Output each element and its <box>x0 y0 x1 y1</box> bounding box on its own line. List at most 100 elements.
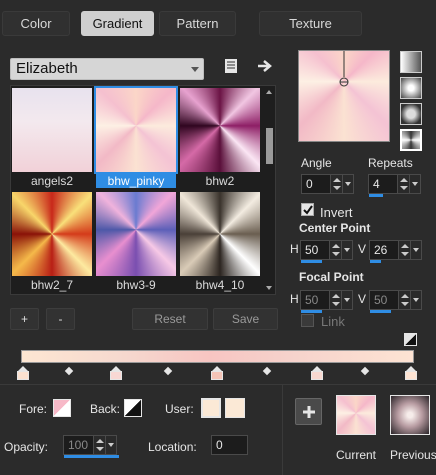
focal-h-spinner[interactable] <box>329 291 341 309</box>
thumb-label: bhw_pinky <box>96 174 176 188</box>
opacity-spinner[interactable] <box>93 436 105 454</box>
center-h-spinner[interactable] <box>329 241 341 259</box>
focal-h-slider[interactable] <box>301 310 322 313</box>
invert-checkbox[interactable] <box>301 203 314 216</box>
color-stop-1[interactable] <box>110 366 122 380</box>
repeats-input[interactable]: 4 <box>368 174 421 197</box>
add-to-library-button[interactable] <box>295 398 322 425</box>
center-v-input[interactable]: 26 <box>369 240 422 263</box>
opacity-input[interactable]: 100 <box>63 435 119 458</box>
focal-point-label: Focal Point <box>299 270 364 284</box>
center-v-label: V <box>358 242 367 256</box>
focal-h-input[interactable]: 50 <box>300 290 353 313</box>
current-gradient-swatch[interactable] <box>336 395 376 435</box>
fore-color-swatch[interactable] <box>53 399 71 417</box>
invert-label: Invert <box>320 205 353 220</box>
focal-h-dropdown[interactable] <box>341 290 353 310</box>
location-value: 0 <box>216 438 223 452</box>
remove-gradient-button[interactable]: - <box>46 308 75 330</box>
focal-h-label: H <box>290 292 299 306</box>
center-point-crosshair-icon[interactable] <box>299 51 391 143</box>
color-stop-0[interactable] <box>17 366 29 380</box>
back-color-swatch[interactable] <box>124 399 142 417</box>
chevron-down-icon <box>191 67 199 72</box>
angle-spinner[interactable] <box>330 175 342 193</box>
scrollbar-thumb[interactable] <box>266 128 273 164</box>
gradient-thumb-bhw3-9[interactable] <box>96 192 176 276</box>
thumb-label: bhw2 <box>205 174 235 188</box>
previous-label: Previous <box>390 448 436 462</box>
gradient-style-radial-button[interactable] <box>400 129 422 151</box>
user-color-swatch-alt[interactable] <box>225 398 245 418</box>
divider <box>0 384 436 385</box>
tab-pattern[interactable]: Pattern <box>159 11 236 36</box>
focal-v-dropdown[interactable] <box>410 290 422 310</box>
color-stop-4[interactable] <box>405 366 417 380</box>
scrollbar-up-arrow[interactable] <box>266 90 272 94</box>
link-checkbox[interactable] <box>301 314 314 327</box>
add-gradient-button[interactable]: + <box>10 308 39 330</box>
center-point-label: Center Point <box>299 221 371 235</box>
tab-gradient[interactable]: Gradient <box>81 11 154 36</box>
save-button[interactable]: Save <box>213 308 278 330</box>
gradient-set-dropdown[interactable]: Elizabeth <box>10 58 204 80</box>
gradient-thumb-angels2[interactable] <box>12 88 92 172</box>
angle-dropdown[interactable] <box>342 174 354 194</box>
swap-gradient-icon[interactable] <box>404 333 417 346</box>
focal-v-label: V <box>358 292 367 306</box>
divider-vertical <box>282 384 283 475</box>
center-h-slider[interactable] <box>301 260 322 263</box>
user-color-swatch[interactable] <box>201 398 221 418</box>
gradient-thumb-bhw4-10[interactable] <box>180 192 260 276</box>
tab-texture[interactable]: Texture <box>259 11 362 36</box>
color-stop-2[interactable] <box>211 366 223 380</box>
angle-value: 0 <box>306 177 313 191</box>
opacity-slider[interactable] <box>64 455 119 458</box>
center-h-input[interactable]: 50 <box>300 240 353 263</box>
location-input[interactable]: 0 <box>211 435 248 455</box>
repeats-spinner[interactable] <box>397 175 409 193</box>
focal-v-slider[interactable] <box>370 310 391 313</box>
location-label: Location: <box>148 440 197 454</box>
center-h-value: 50 <box>305 243 319 257</box>
gradient-thumb-bhw2-7[interactable] <box>12 192 92 276</box>
gradient-style-rectangular-button[interactable] <box>400 77 422 99</box>
repeats-dropdown[interactable] <box>409 174 421 194</box>
focal-v-input[interactable]: 50 <box>369 290 422 313</box>
opacity-label: Opacity: <box>4 440 49 454</box>
midpoint-marker[interactable] <box>163 366 173 376</box>
center-v-slider[interactable] <box>370 260 381 263</box>
repeats-slider[interactable] <box>369 194 383 197</box>
scrollbar-down-arrow[interactable] <box>266 286 272 290</box>
opacity-value: 100 <box>68 438 89 452</box>
focal-v-spinner[interactable] <box>398 291 410 309</box>
gradient-set-value: Elizabeth <box>16 60 78 77</box>
reset-button[interactable]: Reset <box>132 308 208 330</box>
thumb-label: bhw3-9 <box>116 278 156 292</box>
gradient-style-linear-button[interactable] <box>400 51 422 73</box>
angle-label: Angle <box>301 156 332 170</box>
midpoint-marker[interactable] <box>360 366 370 376</box>
opacity-dropdown[interactable] <box>105 435 117 455</box>
gradient-editor-bar[interactable] <box>21 350 414 363</box>
color-stop-3[interactable] <box>311 366 323 380</box>
plus-icon <box>302 405 315 418</box>
center-v-value: 26 <box>374 243 388 257</box>
thumbnail-scrollbar[interactable] <box>265 88 274 292</box>
center-v-spinner[interactable] <box>398 241 410 259</box>
gradient-thumb-bhw2[interactable] <box>180 88 260 172</box>
gradient-library-icon[interactable] <box>223 58 239 74</box>
gradient-style-sunburst-button[interactable] <box>400 103 422 125</box>
tab-color[interactable]: Color <box>2 11 70 36</box>
midpoint-marker[interactable] <box>64 366 74 376</box>
arrow-right-icon[interactable] <box>257 58 273 74</box>
center-h-dropdown[interactable] <box>341 240 353 260</box>
gradient-preview[interactable] <box>298 50 390 142</box>
previous-gradient-swatch[interactable] <box>390 395 430 435</box>
gradient-thumb-bhw-pinky[interactable] <box>94 86 178 174</box>
angle-input[interactable]: 0 <box>301 174 354 194</box>
thumb-label: bhw2_7 <box>30 278 74 292</box>
midpoint-marker[interactable] <box>262 366 272 376</box>
user-label: User: <box>165 402 194 416</box>
center-v-dropdown[interactable] <box>410 240 422 260</box>
